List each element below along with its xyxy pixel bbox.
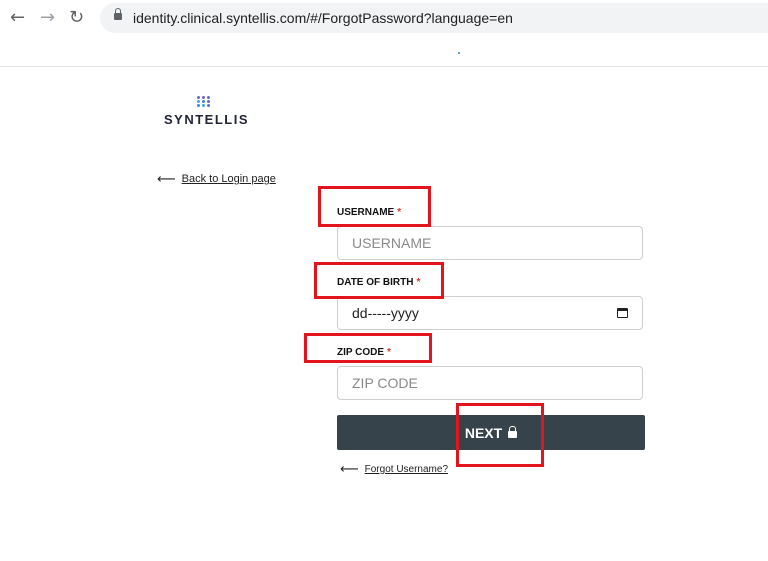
arrow-left-icon: ⟵ xyxy=(157,171,176,187)
dob-input[interactable]: dd-----yyyy xyxy=(337,296,643,330)
calendar-icon[interactable] xyxy=(617,308,628,318)
highlight-box-zip xyxy=(304,333,432,363)
back-to-login-link[interactable]: ⟵ Back to Login page xyxy=(157,171,276,187)
dob-value: dd-----yyyy xyxy=(352,305,419,321)
lock-icon xyxy=(114,8,122,20)
zip-placeholder: ZIP CODE xyxy=(352,375,418,391)
username-input[interactable]: USERNAME xyxy=(337,226,643,260)
forgot-username-link[interactable]: ⟵ Forgot Username? xyxy=(340,462,449,477)
browser-toolbar: ← → ↻ identity.clinical.syntellis.com/#/… xyxy=(0,0,768,67)
brand-logo-text: SYNTELLIS xyxy=(164,112,250,127)
decorative-dot xyxy=(458,52,460,54)
back-arrow-icon[interactable]: ← xyxy=(10,9,25,27)
back-to-login-label: Back to Login page xyxy=(181,173,276,185)
zip-input[interactable]: ZIP CODE xyxy=(337,366,643,400)
highlight-box-next xyxy=(456,403,544,467)
forgot-username-label: Forgot Username? xyxy=(364,464,449,475)
arrow-left-icon: ⟵ xyxy=(340,462,359,477)
reload-icon[interactable]: ↻ xyxy=(69,9,84,27)
url-text: identity.clinical.syntellis.com/#/Forgot… xyxy=(133,10,513,26)
username-placeholder: USERNAME xyxy=(352,235,432,251)
address-bar[interactable]: identity.clinical.syntellis.com/#/Forgot… xyxy=(100,3,768,33)
highlight-box-username xyxy=(318,186,431,227)
syntellis-logo-mark-icon xyxy=(197,96,213,108)
highlight-box-dob xyxy=(314,262,444,299)
forward-arrow-icon[interactable]: → xyxy=(40,9,55,27)
